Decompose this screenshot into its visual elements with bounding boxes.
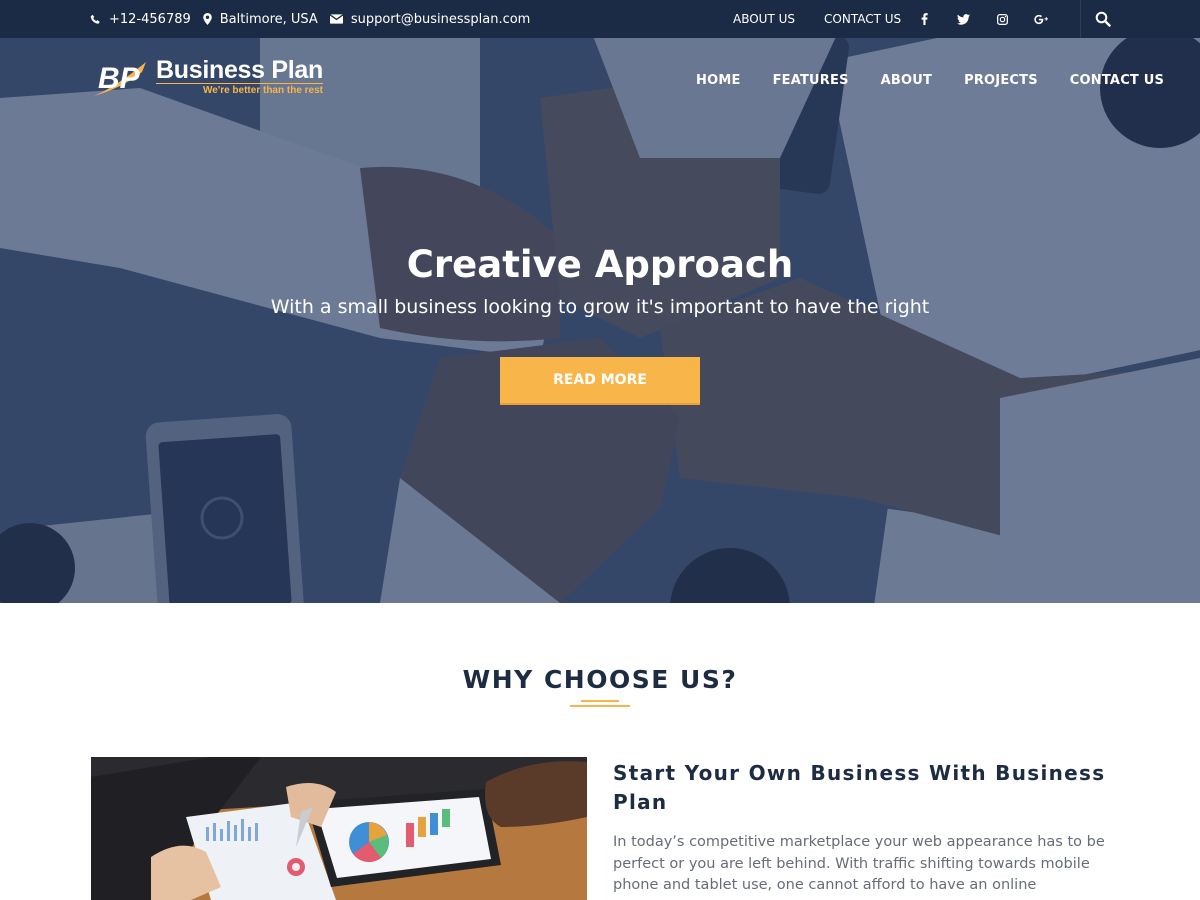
nav-item-about[interactable]: ABOUT	[881, 73, 932, 88]
phone-icon	[90, 14, 100, 24]
title-underline-long	[570, 705, 630, 707]
top-link-contact-us[interactable]: CONTACT US	[824, 12, 901, 26]
logo-mark-icon: BP	[92, 56, 150, 98]
title-underline-short	[581, 700, 619, 702]
top-bar: +12-456789 Baltimore, USA support@busine…	[0, 0, 1200, 38]
hero-subtitle: With a small business looking to grow it…	[270, 296, 930, 318]
top-link-about-us[interactable]: ABOUT US	[733, 12, 795, 26]
logo-mark-text: BP	[98, 62, 141, 95]
nav-item-contact-us[interactable]: CONTACT US	[1070, 73, 1164, 88]
instagram-icon[interactable]	[994, 11, 1010, 27]
contact-info: +12-456789 Baltimore, USA support@busine…	[90, 0, 542, 38]
feature-image	[91, 757, 587, 900]
nav-item-home[interactable]: HOME	[696, 73, 741, 88]
site-logo[interactable]: BP Business Plan We're better than the r…	[92, 56, 323, 98]
logo-tagline: We're better than the rest	[156, 83, 323, 97]
hero-overlay	[0, 38, 1200, 603]
hero-title: Creative Approach	[406, 243, 794, 286]
google-plus-icon[interactable]	[1033, 11, 1049, 27]
top-links: ABOUT US CONTACT US	[733, 0, 930, 38]
nav-item-features[interactable]: FEATURES	[773, 73, 849, 88]
read-more-button[interactable]: READ MORE	[500, 357, 700, 405]
email-info: support@businessplan.com	[329, 12, 531, 27]
logo-text: Business Plan We're better than the rest	[156, 57, 323, 97]
phone-info: +12-456789	[90, 12, 191, 27]
hero-section: Creative Approach With a small business …	[0, 38, 1200, 603]
topbar-divider	[1080, 0, 1081, 38]
section-title: WHY CHOOSE US?	[462, 665, 738, 694]
search-icon[interactable]	[1095, 11, 1111, 27]
phone-number[interactable]: +12-456789	[109, 12, 191, 27]
email-link[interactable]: support@businessplan.com	[351, 12, 531, 27]
envelope-icon	[329, 14, 343, 24]
feature-text: In today’s competitive marketplace your …	[613, 834, 1105, 900]
social-links	[916, 0, 1072, 38]
facebook-icon[interactable]	[916, 11, 932, 27]
logo-name: Business Plan	[156, 56, 323, 84]
feature-heading: Start Your Own Business With Business Pl…	[613, 761, 1106, 814]
nav-item-projects[interactable]: PROJECTS	[964, 73, 1038, 88]
location-info: Baltimore, USA	[202, 11, 318, 27]
location-text: Baltimore, USA	[219, 11, 318, 27]
map-pin-icon	[202, 13, 212, 25]
twitter-icon[interactable]	[955, 11, 971, 27]
main-nav: HOME FEATURES ABOUT PROJECTS CONTACT US	[696, 73, 1196, 88]
